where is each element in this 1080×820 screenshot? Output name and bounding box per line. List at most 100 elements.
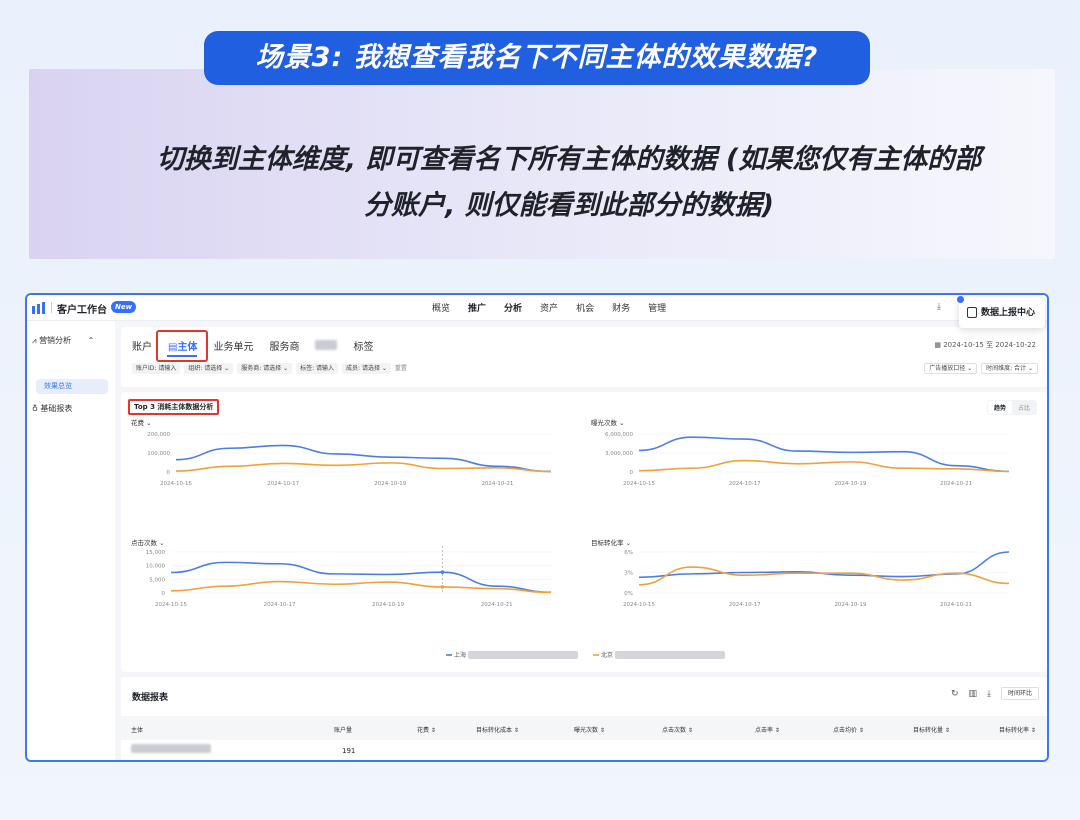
blurred-tab [315,340,338,350]
download-icon[interactable]: ⤓ [937,302,941,312]
tab-business-unit[interactable]: 业务单元 [213,338,253,353]
col-target-cost[interactable]: 目标转化成本 ⇕ [476,725,519,734]
col-clicks[interactable]: 点击次数 ⇕ [662,725,693,734]
nav-assets[interactable]: 资产 [540,301,558,314]
active-tab-indicator [167,355,197,357]
y-tick-label: 0 [162,591,166,597]
tab-tags[interactable]: 标签 [353,338,373,353]
charts-svg: 花费 ⌄ 0 100,000 200,000 2024-10-15 2024-10-17 2… [131,418,1010,659]
cell-account-count: 191 [342,747,356,755]
refresh-icon[interactable]: ↻ [951,689,959,699]
calendar-icon: ▦ [934,341,944,349]
download-icon[interactable]: ⤓ [987,689,991,699]
description-line-1: 切换到主体维度, 即可查看名下所有主体的数据 (如果您仅有主体的部 [156,144,982,175]
y-tick-label: 0 [167,470,171,476]
series-line-上海 [170,561,552,593]
col-target-conversions[interactable]: 目标转化量 ⇕ [913,725,950,734]
x-tick-label: 2024-10-15 [623,602,655,608]
filter-organization[interactable]: 组织: 请选择 ⌄ [184,363,234,374]
columns-icon[interactable]: ▥ [968,689,977,699]
filter-header: 账户 ▤主体 业务单元 服务商 标签 ▦ 2024-10-15 至 2024-1… [121,327,1047,387]
chart-title: 目标转化率 ⌄ [591,538,631,547]
chevron-up-icon: ⌃ [87,336,95,345]
blurred-legend-name [615,651,725,659]
hover-point [440,585,445,589]
x-tick-label: 2024-10-15 [623,481,655,487]
chart-icon: ⩘ [32,336,37,345]
chart-legend: 上海 北京 [446,651,725,659]
ad-play-caliber-select[interactable]: 广告播放口径 ⌄ [924,363,978,374]
y-tick-label: 200,000 [147,432,170,438]
sidebar-item-basic-report[interactable]: ♁ 基础报表 [32,403,72,414]
nav-analysis[interactable]: 分析 [504,301,522,314]
x-tick-label: 2024-10-21 [481,481,513,487]
hover-point [440,570,445,575]
col-cpc[interactable]: 点击均价 ⇕ [833,725,864,734]
x-tick-label: 2024-10-19 [834,602,866,608]
filter-bar: 账户ID: 请输入 组织: 请选择 ⌄ 服务商: 请选择 ⌄ 标签: 请输入 成… [132,363,407,374]
tab-account[interactable]: 账户 [132,338,152,353]
y-tick-label: 15,000 [146,550,166,556]
time-compare-button[interactable]: 时间环比 [1000,687,1039,700]
date-range-label: 2024-10-15 至 2024-10-22 [943,341,1036,349]
report-icon [967,307,977,318]
table-title: 数据报表 [132,693,169,703]
sidebar-item-label: 基础报表 [40,404,73,413]
legend-label[interactable]: 上海 [454,651,466,659]
sidebar: ⩘ 营销分析 ⌃ 效果总览 ♁ 基础报表 [27,321,115,760]
col-cost[interactable]: 花费 ⇕ [417,725,436,734]
divider [51,302,52,313]
series-line-上海 [638,436,1010,473]
nav-finance[interactable]: 财务 [612,301,630,314]
table-row[interactable]: 191 [121,740,1047,760]
legend-label[interactable]: 北京 [601,651,613,659]
description-text: 切换到主体维度, 即可查看名下所有主体的数据 (如果您仅有主体的部 分账户, 则… [89,137,1049,229]
reset-button[interactable]: 重置 [395,363,407,374]
x-tick-label: 2024-10-21 [940,602,972,608]
filter-account-id[interactable]: 账户ID: 请输入 [132,363,181,374]
nav-overview[interactable]: 概览 [432,301,450,314]
table-header: 主体 账户量 花费 ⇕ 目标转化成本 ⇕ 曝光次数 ⇕ 点击次数 ⇕ 点击率 ⇕… [121,716,1047,740]
table-tools: ↻ ▥ ⤓ 时间环比 [951,687,1039,700]
y-tick-label: 6% [624,550,633,556]
x-tick-label: 2024-10-19 [372,602,404,608]
chart-title: 花费 ⌄ [131,418,152,427]
logo-icon [32,302,45,314]
nav-opportunity[interactable]: 机会 [576,301,594,314]
x-tick-label: 2024-10-17 [267,481,299,487]
x-tick-label: 2024-10-15 [160,481,192,487]
filter-tag[interactable]: 标签: 请输入 [296,363,339,374]
col-target-cvr[interactable]: 目标转化率 ⇕ [999,725,1036,734]
nav-manage[interactable]: 管理 [648,301,666,314]
series-line-北京 [170,580,552,594]
time-dimension-select[interactable]: 时间维度: 合计 ⌄ [981,363,1038,374]
description-box: 切换到主体维度, 即可查看名下所有主体的数据 (如果您仅有主体的部 分账户, 则… [29,69,1055,259]
report-center-label: 数据上报中心 [981,308,1036,318]
x-tick-label: 2024-10-19 [834,481,866,487]
x-tick-label: 2024-10-21 [940,481,972,487]
top-bar: 客户工作台 New 概览 推广 分析 资产 机会 财务 管理 ⤓ 数据上报中心 [27,295,1047,328]
bulb-icon: ♁ [32,404,38,413]
notification-dot [957,296,964,303]
filter-service-provider[interactable]: 服务商: 请选择 ⌄ [237,363,293,374]
y-tick-label: 10,000 [146,564,166,570]
x-tick-label: 2024-10-17 [264,602,296,608]
app-name: 客户工作台 [57,305,107,316]
col-ctr[interactable]: 点击率 ⇕ [755,725,780,734]
col-entity: 主体 [131,727,144,734]
report-center-button[interactable]: 数据上报中心 [957,296,1045,328]
chart-2: 曝光次数 ⌄ 0 3,000,000 6,000,000 2024-10-15 2024-… [591,418,1010,487]
col-account-count: 账户量 [334,727,353,734]
chart-4: 目标转化率 ⌄ 0% 3% 6% 2024-10-15 2024-10-17 2024-10… [591,538,1010,608]
tab-service-provider[interactable]: 服务商 [269,338,299,353]
sidebar-item-effect-overview[interactable]: 效果总览 [36,379,108,394]
nav-promotion[interactable]: 推广 [468,301,486,314]
y-tick-label: 6,000,000 [605,432,633,438]
filter-member[interactable]: 成员: 请选择 ⌄ [342,363,391,374]
scenario-title: 场景3: 我想查看我名下不同主体的效果数据? [204,31,870,85]
col-impressions[interactable]: 曝光次数 ⇕ [574,725,605,734]
chart-title: 点击次数 ⌄ [131,538,165,547]
date-range-picker[interactable]: ▦ 2024-10-15 至 2024-10-22 [934,340,1036,350]
blurred-legend-name [468,651,578,659]
sidebar-section-marketing[interactable]: ⩘ 营销分析 ⌃ [32,335,94,346]
